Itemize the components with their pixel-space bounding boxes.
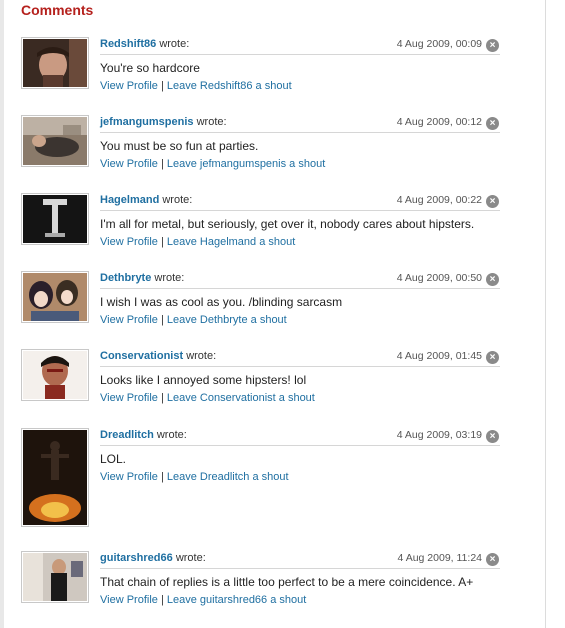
wrote-label: wrote: [154, 272, 185, 284]
comment-header: Hagelmand wrote: 4 Aug 2009, 00:22 × [100, 193, 500, 211]
link-separator: | [160, 392, 164, 404]
view-profile-link[interactable]: View Profile [100, 158, 158, 170]
link-separator: | [160, 236, 164, 248]
user-avatar[interactable] [21, 551, 89, 603]
wrote-label: wrote: [162, 194, 193, 206]
comment-links: View Profile | Leave Redshift86 a shout [100, 80, 500, 92]
comment-date: 4 Aug 2009, 00:50 [396, 272, 482, 284]
leave-shout-link[interactable]: Leave Dethbryte a shout [167, 314, 287, 326]
delete-icon[interactable]: × [486, 273, 499, 286]
comment-date: 4 Aug 2009, 00:12 [396, 116, 482, 128]
comment-text: You're so hardcore [100, 61, 200, 75]
comments-heading: Comments [21, 2, 94, 18]
link-separator: | [160, 594, 164, 606]
comment-header: jefmangumspenis wrote: 4 Aug 2009, 00:12… [100, 115, 500, 133]
user-avatar[interactable] [21, 115, 89, 167]
author-link[interactable]: Redshift86 [100, 38, 156, 50]
author-link[interactable]: Dethbryte [100, 272, 151, 284]
comment-header: guitarshred66 wrote: 4 Aug 2009, 11:24 × [100, 551, 500, 569]
author-link[interactable]: Hagelmand [100, 194, 159, 206]
page-left-border [0, 0, 4, 628]
view-profile-link[interactable]: View Profile [100, 314, 158, 326]
leave-shout-link[interactable]: Leave Conservationist a shout [167, 392, 315, 404]
comment-date: 4 Aug 2009, 03:19 [396, 429, 482, 441]
author-link[interactable]: Conservationist [100, 350, 183, 362]
comment-links: View Profile | Leave guitarshred66 a sho… [100, 594, 500, 606]
leave-shout-link[interactable]: Leave Hagelmand a shout [167, 236, 295, 248]
link-separator: | [160, 80, 164, 92]
comment-text: That chain of replies is a little too pe… [100, 575, 474, 589]
delete-icon[interactable]: × [486, 195, 499, 208]
comment-date: 4 Aug 2009, 01:45 [396, 350, 482, 362]
view-profile-link[interactable]: View Profile [100, 594, 158, 606]
leave-shout-link[interactable]: Leave guitarshred66 a shout [167, 594, 306, 606]
view-profile-link[interactable]: View Profile [100, 392, 158, 404]
comment-links: View Profile | Leave Dethbryte a shout [100, 314, 500, 326]
page-right-border [545, 0, 546, 628]
wrote-label: wrote: [159, 38, 190, 50]
comment-text: Looks like I annoyed some hipsters! lol [100, 373, 307, 387]
leave-shout-link[interactable]: Leave jefmangumspenis a shout [167, 158, 325, 170]
comment-links: View Profile | Leave Hagelmand a shout [100, 236, 500, 248]
delete-icon[interactable]: × [486, 39, 499, 52]
view-profile-link[interactable]: View Profile [100, 80, 158, 92]
wrote-label: wrote: [175, 552, 206, 564]
comment-date: 4 Aug 2009, 00:09 [396, 38, 482, 50]
delete-icon[interactable]: × [486, 553, 499, 566]
view-profile-link[interactable]: View Profile [100, 236, 158, 248]
comment-header: Redshift86 wrote: 4 Aug 2009, 00:09 × [100, 37, 500, 55]
delete-icon[interactable]: × [486, 351, 499, 364]
view-profile-link[interactable]: View Profile [100, 471, 158, 483]
wrote-label: wrote: [196, 116, 227, 128]
author-link[interactable]: Dreadlitch [100, 429, 154, 441]
comment-text: I wish I was as cool as you. /blinding s… [100, 295, 343, 309]
user-avatar[interactable] [21, 428, 89, 527]
delete-icon[interactable]: × [486, 117, 499, 130]
wrote-label: wrote: [156, 429, 187, 441]
comment-header: Conservationist wrote: 4 Aug 2009, 01:45… [100, 349, 500, 367]
link-separator: | [160, 471, 164, 483]
link-separator: | [160, 158, 164, 170]
comment-date: 4 Aug 2009, 11:24 [397, 552, 482, 564]
wrote-label: wrote: [186, 350, 217, 362]
author-link[interactable]: jefmangumspenis [100, 116, 194, 128]
comment-text: LOL. [100, 452, 127, 466]
user-avatar[interactable] [21, 37, 89, 89]
delete-icon[interactable]: × [486, 430, 499, 443]
comment-date: 4 Aug 2009, 00:22 [396, 194, 482, 206]
leave-shout-link[interactable]: Leave Redshift86 a shout [167, 80, 292, 92]
comment-header: Dethbryte wrote: 4 Aug 2009, 00:50 × [100, 271, 500, 289]
comment-text: You must be so fun at parties. [100, 139, 259, 153]
link-separator: | [160, 314, 164, 326]
comment-links: View Profile | Leave jefmangumspenis a s… [100, 158, 500, 170]
comment-links: View Profile | Leave Dreadlitch a shout [100, 471, 500, 483]
leave-shout-link[interactable]: Leave Dreadlitch a shout [167, 471, 289, 483]
author-link[interactable]: guitarshred66 [100, 552, 173, 564]
user-avatar[interactable] [21, 193, 89, 245]
comment-links: View Profile | Leave Conservationist a s… [100, 392, 500, 404]
comment-header: Dreadlitch wrote: 4 Aug 2009, 03:19 × [100, 428, 500, 446]
user-avatar[interactable] [21, 349, 89, 401]
comment-text: I'm all for metal, but seriously, get ov… [100, 217, 475, 231]
user-avatar[interactable] [21, 271, 89, 323]
